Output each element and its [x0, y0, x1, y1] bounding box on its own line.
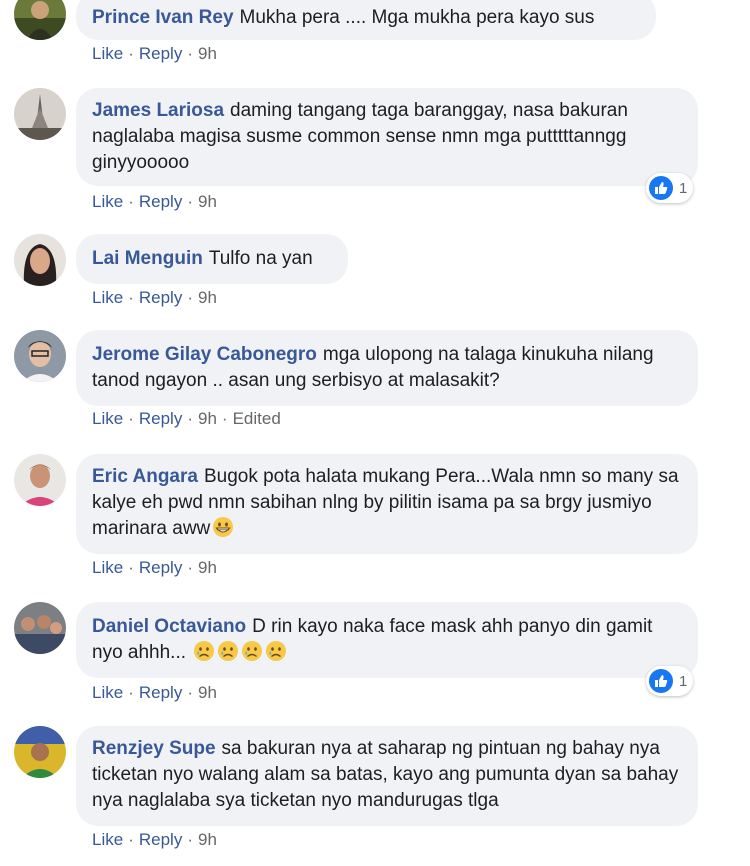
- reaction-count: 1: [679, 672, 688, 690]
- reaction-summary[interactable]: 1: [646, 173, 694, 203]
- comment-text: Mukha pera .... Mga mukha pera kayo sus: [239, 7, 595, 28]
- comment-bubble: Eric Angara Bugok pota halata mukang Pera…: [76, 454, 698, 554]
- like-button[interactable]: Like: [92, 409, 123, 428]
- like-button[interactable]: Like: [92, 192, 123, 211]
- avatar[interactable]: [14, 602, 66, 654]
- sad-face-icon: [217, 640, 239, 662]
- comment-author[interactable]: Daniel Octaviano: [92, 616, 246, 637]
- avatar[interactable]: [14, 330, 66, 382]
- avatar[interactable]: [14, 454, 66, 506]
- reply-button[interactable]: Reply: [139, 409, 182, 428]
- comment-actions: Like · Reply · 9h: [92, 44, 217, 63]
- comment-author[interactable]: James Lariosa: [92, 100, 224, 121]
- comment-timestamp[interactable]: 9h: [198, 830, 217, 849]
- sad-face-icon: [265, 640, 287, 662]
- reaction-summary[interactable]: 1: [646, 666, 694, 696]
- avatar[interactable]: [14, 0, 66, 40]
- avatar[interactable]: [14, 726, 66, 778]
- comment-actions: Like · Reply · 9h: [92, 288, 217, 307]
- thumbs-up-icon: [649, 176, 673, 200]
- comment-bubble: Prince Ivan Rey Mukha pera .... Mga mukha…: [76, 0, 656, 40]
- sad-face-icon: [241, 640, 263, 662]
- comment-actions: Like · Reply · 9h: [92, 558, 217, 577]
- reply-button[interactable]: Reply: [139, 288, 182, 307]
- like-button[interactable]: Like: [92, 558, 123, 577]
- comment-actions: Like · Reply · 9h: [92, 830, 217, 849]
- comment-timestamp[interactable]: 9h: [198, 409, 217, 428]
- comment-bubble: Lai Menguin Tulfo na yan: [76, 234, 348, 284]
- edited-label[interactable]: Edited: [233, 409, 281, 428]
- reply-button[interactable]: Reply: [139, 44, 182, 63]
- comment-author[interactable]: Lai Menguin: [92, 248, 203, 269]
- like-button[interactable]: Like: [92, 44, 123, 63]
- reply-button[interactable]: Reply: [139, 683, 182, 702]
- like-button[interactable]: Like: [92, 830, 123, 849]
- sad-face-icon: [193, 640, 215, 662]
- like-button[interactable]: Like: [92, 288, 123, 307]
- avatar[interactable]: [14, 234, 66, 286]
- comment-text: Tulfo na yan: [208, 248, 313, 269]
- comment-actions: Like · Reply · 9h: [92, 683, 217, 702]
- comment-timestamp[interactable]: 9h: [198, 683, 217, 702]
- comment-bubble: Jerome Gilay Cabonegro mga ulopong na tal…: [76, 330, 698, 406]
- comment-timestamp[interactable]: 9h: [198, 192, 217, 211]
- comment-timestamp[interactable]: 9h: [198, 558, 217, 577]
- comment-author[interactable]: Eric Angara: [92, 466, 198, 487]
- comment-author[interactable]: Jerome Gilay Cabonegro: [92, 344, 317, 365]
- comment-bubble: Daniel Octaviano D rin kayo naka face mas…: [76, 602, 698, 678]
- comment-actions: Like · Reply · 9h: [92, 192, 217, 211]
- reply-button[interactable]: Reply: [139, 558, 182, 577]
- comment-timestamp[interactable]: 9h: [198, 288, 217, 307]
- comment-author[interactable]: Prince Ivan Rey: [92, 7, 234, 28]
- comment-author[interactable]: Renzjey Supe: [92, 738, 216, 759]
- comment-bubble: James Lariosa daming tangang taga barangg…: [76, 88, 698, 186]
- reply-button[interactable]: Reply: [139, 830, 182, 849]
- reaction-count: 1: [679, 179, 688, 197]
- avatar[interactable]: [14, 88, 66, 140]
- comment-actions: Like · Reply · 9h · Edited: [92, 409, 281, 428]
- reply-button[interactable]: Reply: [139, 192, 182, 211]
- comment-bubble: Renzjey Supe sa bakuran nya at saharap ng…: [76, 726, 698, 826]
- thumbs-up-icon: [649, 669, 673, 693]
- like-button[interactable]: Like: [92, 683, 123, 702]
- comment-timestamp[interactable]: 9h: [198, 44, 217, 63]
- grinning-face-icon: [212, 516, 234, 538]
